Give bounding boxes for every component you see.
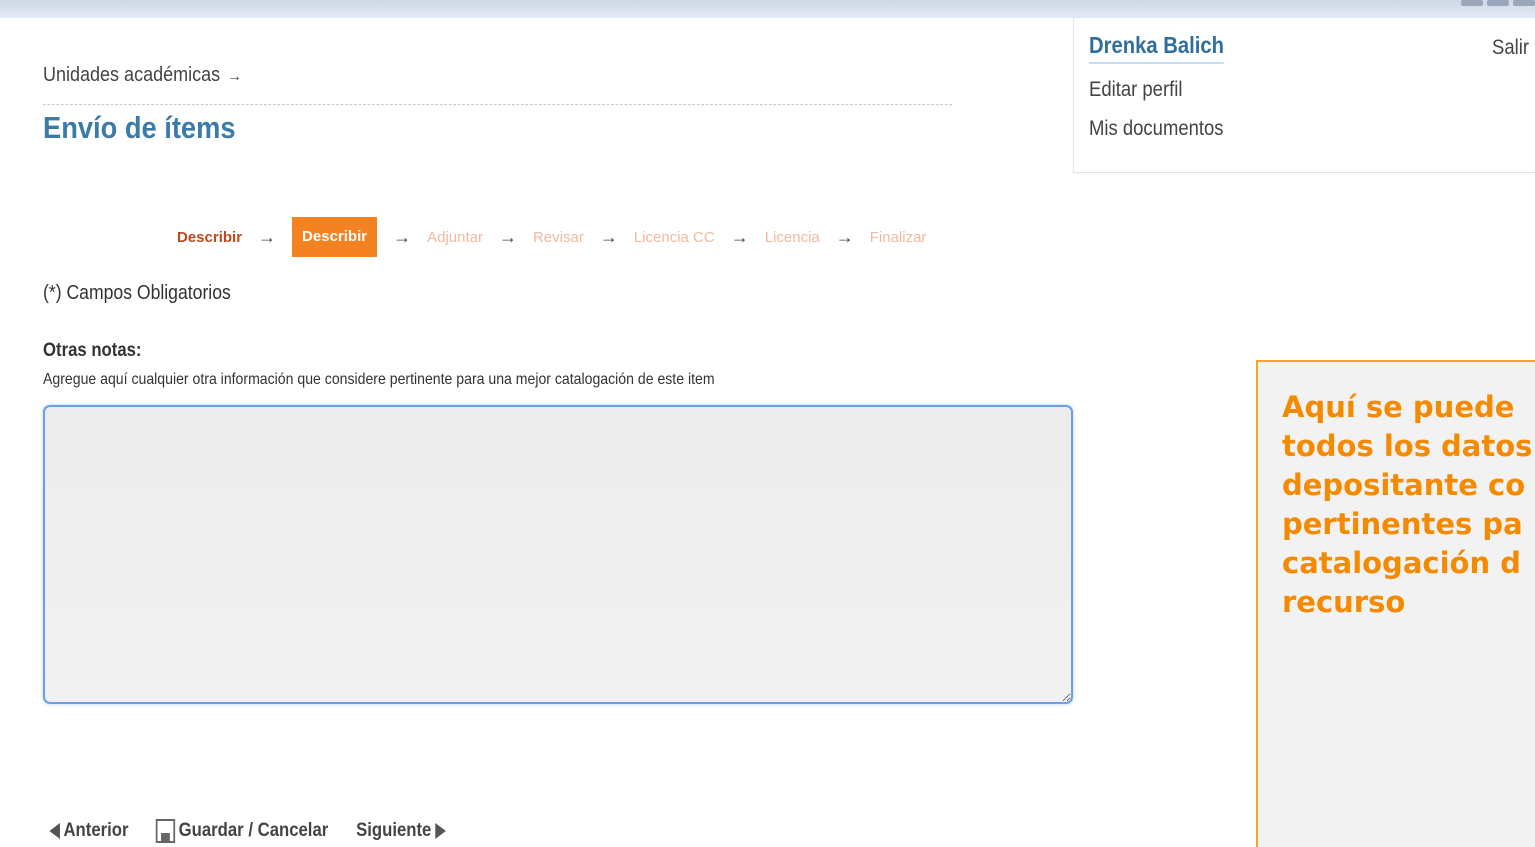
other-notes-label: Otras notas:: [43, 340, 142, 361]
user-panel: Drenka Balich Salir Editar perfil Mis do…: [1073, 18, 1535, 173]
help-callout: Aquí se puede todos los datos depositant…: [1256, 360, 1535, 847]
save-cancel-button[interactable]: Guardar / Cancelar: [155, 819, 329, 843]
step-finalizar: Finalizar: [869, 228, 927, 246]
step-revisar: Revisar: [532, 228, 584, 246]
edit-profile-link[interactable]: Editar perfil: [1089, 78, 1182, 102]
step-arrow-icon: →: [835, 226, 854, 247]
step-adjuntar: Adjuntar: [427, 228, 483, 246]
save-icon: [155, 819, 176, 843]
top-bar: [0, 0, 1535, 18]
page-title: Envío de ítems: [43, 110, 236, 145]
top-bar-icons: [1461, 0, 1535, 18]
breadcrumb-link[interactable]: Unidades académicas: [43, 64, 220, 86]
arrow-left-icon: [49, 823, 60, 839]
form-navigation: Anterior Guardar / Cancelar Siguiente: [44, 816, 451, 846]
my-documents-link[interactable]: Mis documentos: [1089, 117, 1224, 141]
callout-line: todos los datos: [1282, 429, 1533, 463]
step-arrow-icon: →: [498, 226, 517, 247]
step-describir-2[interactable]: Describir: [292, 217, 378, 257]
toolbar-icon[interactable]: [1461, 0, 1483, 6]
step-arrow-icon: →: [599, 226, 618, 247]
step-licencia-cc: Licencia CC: [633, 228, 715, 246]
callout-line: Aquí se puede: [1282, 390, 1515, 424]
callout-text: Aquí se puede todos los datos depositant…: [1282, 388, 1535, 622]
breadcrumb: Unidades académicas →: [43, 64, 952, 105]
step-licencia: Licencia: [764, 228, 820, 246]
step-arrow-icon: →: [730, 226, 749, 247]
logout-link[interactable]: Salir: [1492, 36, 1529, 60]
callout-line: recurso: [1282, 585, 1406, 619]
callout-line: depositante co: [1282, 468, 1526, 502]
breadcrumb-arrow-icon: →: [227, 68, 242, 85]
next-button[interactable]: Siguiente: [356, 820, 446, 842]
callout-line: catalogación d: [1282, 546, 1521, 580]
user-name-link[interactable]: Drenka Balich: [1089, 32, 1224, 64]
step-describir-1[interactable]: Describir: [177, 229, 242, 246]
save-cancel-label: Guardar / Cancelar: [178, 820, 329, 841]
toolbar-icon[interactable]: [1487, 0, 1509, 6]
other-notes-help: Agregue aquí cualquier otra información …: [43, 371, 715, 388]
step-arrow-icon: →: [258, 226, 277, 247]
callout-line: pertinentes pa: [1282, 507, 1523, 541]
other-notes-textarea[interactable]: [43, 405, 1073, 704]
submission-steps: Describir → Describir → Adjuntar → Revis…: [177, 217, 926, 257]
previous-label: Anterior: [63, 820, 129, 841]
required-fields-note: (*) Campos Obligatorios: [43, 282, 231, 304]
arrow-right-icon: [434, 823, 446, 839]
toolbar-icon[interactable]: [1513, 0, 1535, 6]
previous-button[interactable]: Anterior: [49, 820, 129, 842]
step-arrow-icon: →: [393, 226, 412, 247]
next-label: Siguiente: [356, 820, 432, 841]
